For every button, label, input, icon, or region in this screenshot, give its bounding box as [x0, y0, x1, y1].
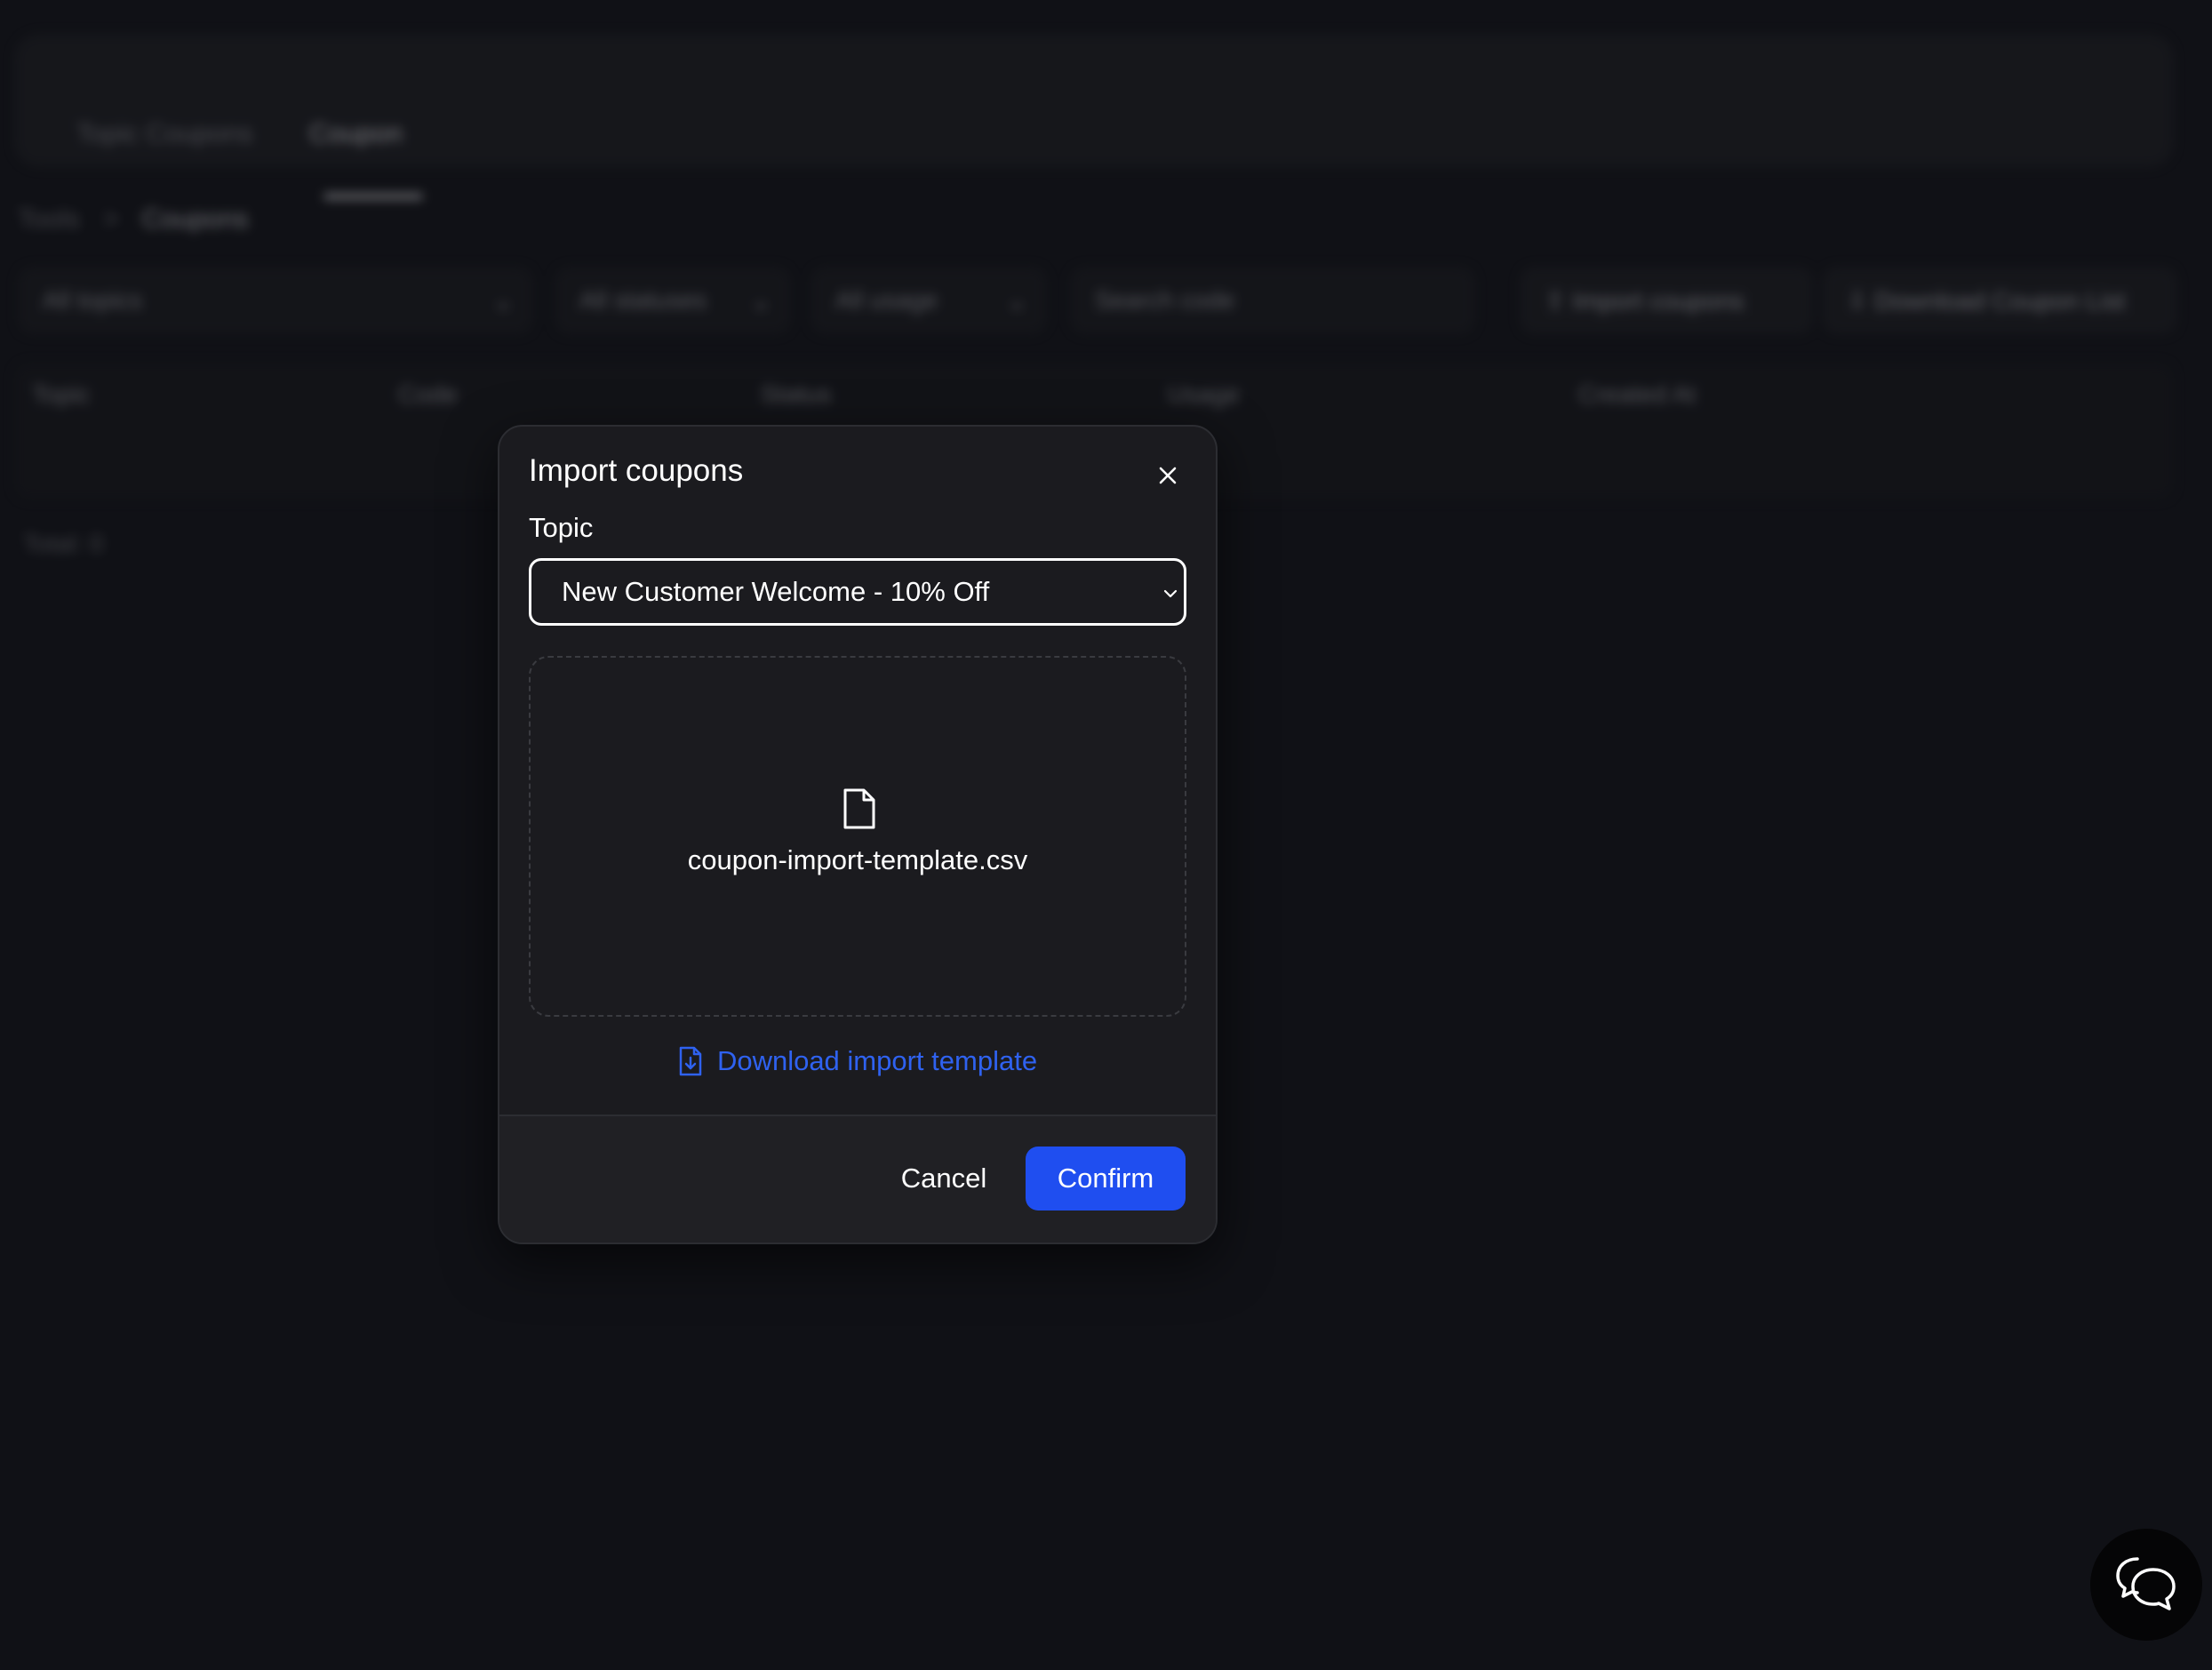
import-coupons-button[interactable]: ⇪ Import coupons [1520, 267, 1813, 334]
modal-footer: Cancel Confirm [499, 1115, 1216, 1243]
tab-coupon[interactable]: Coupon [309, 119, 403, 149]
top-nav: Topic Coupons Coupon [14, 34, 2174, 199]
topic-filter-select[interactable]: All topics ⌄ [18, 267, 533, 334]
close-icon [1159, 467, 1177, 484]
status-filter-value: All statuses [579, 286, 707, 314]
file-icon [843, 788, 875, 829]
confirm-button[interactable]: Confirm [1026, 1147, 1186, 1211]
tab-topic-coupons[interactable]: Topic Coupons [76, 119, 252, 149]
chat-button[interactable] [2090, 1529, 2202, 1641]
download-template-label: Download import template [716, 1045, 1038, 1076]
column-header-status: Status [761, 380, 832, 408]
chevron-down-icon: ⌄ [492, 287, 514, 315]
column-header-usage: Usage [1168, 380, 1240, 408]
breadcrumb-separator: > [103, 204, 119, 234]
topic-select[interactable]: New Customer Welcome - 10% Off [529, 558, 1186, 626]
file-download-icon [679, 1046, 702, 1076]
active-tab-indicator [323, 194, 423, 199]
column-header-created-at: Created At [1578, 380, 1697, 408]
column-header-topic: Topic [32, 380, 91, 408]
upload-icon: ⇪ [1545, 287, 1573, 315]
download-icon: ⇩ [1847, 287, 1875, 315]
download-list-label: Download Coupon List [1874, 287, 2125, 315]
import-coupons-label: Import coupons [1572, 287, 1745, 315]
close-button[interactable] [1148, 456, 1187, 495]
topic-select-value: New Customer Welcome - 10% Off [562, 576, 990, 607]
cancel-button[interactable]: Cancel [873, 1147, 1015, 1211]
chevron-down-icon: ⌄ [1006, 287, 1027, 315]
download-template-link[interactable]: Download import template [499, 1045, 1216, 1077]
file-dropzone[interactable]: coupon-import-template.csv [529, 656, 1186, 1017]
total-count: Total: 0 [23, 530, 104, 557]
modal-title: Import coupons [529, 453, 744, 488]
topic-label: Topic [529, 512, 594, 543]
usage-filter-value: All usage [835, 286, 938, 314]
breadcrumb: Tools > Coupons [18, 204, 249, 235]
search-placeholder: Search code [1095, 286, 1235, 314]
filter-bar: All topics ⌄ All statuses ⌄ All usage ⌄ … [18, 267, 2177, 338]
status-filter-select[interactable]: All statuses ⌄ [555, 267, 791, 334]
download-coupon-list-button[interactable]: ⇩ Download Coupon List [1822, 267, 2177, 334]
breadcrumb-root[interactable]: Tools [18, 204, 80, 234]
selected-file-name: coupon-import-template.csv [687, 844, 1028, 875]
search-input[interactable]: Search code [1070, 267, 1475, 334]
usage-filter-select[interactable]: All usage ⌄ [811, 267, 1047, 334]
topic-filter-value: All topics [43, 286, 143, 314]
chat-bubbles-icon [2116, 1557, 2176, 1610]
column-header-code: Code [398, 380, 458, 408]
import-coupons-modal: Import coupons Topic New Customer Welcom… [498, 425, 1218, 1244]
breadcrumb-current: Coupons [141, 204, 249, 234]
chevron-down-icon: ⌄ [750, 287, 771, 315]
chevron-down-icon [1163, 589, 1178, 598]
